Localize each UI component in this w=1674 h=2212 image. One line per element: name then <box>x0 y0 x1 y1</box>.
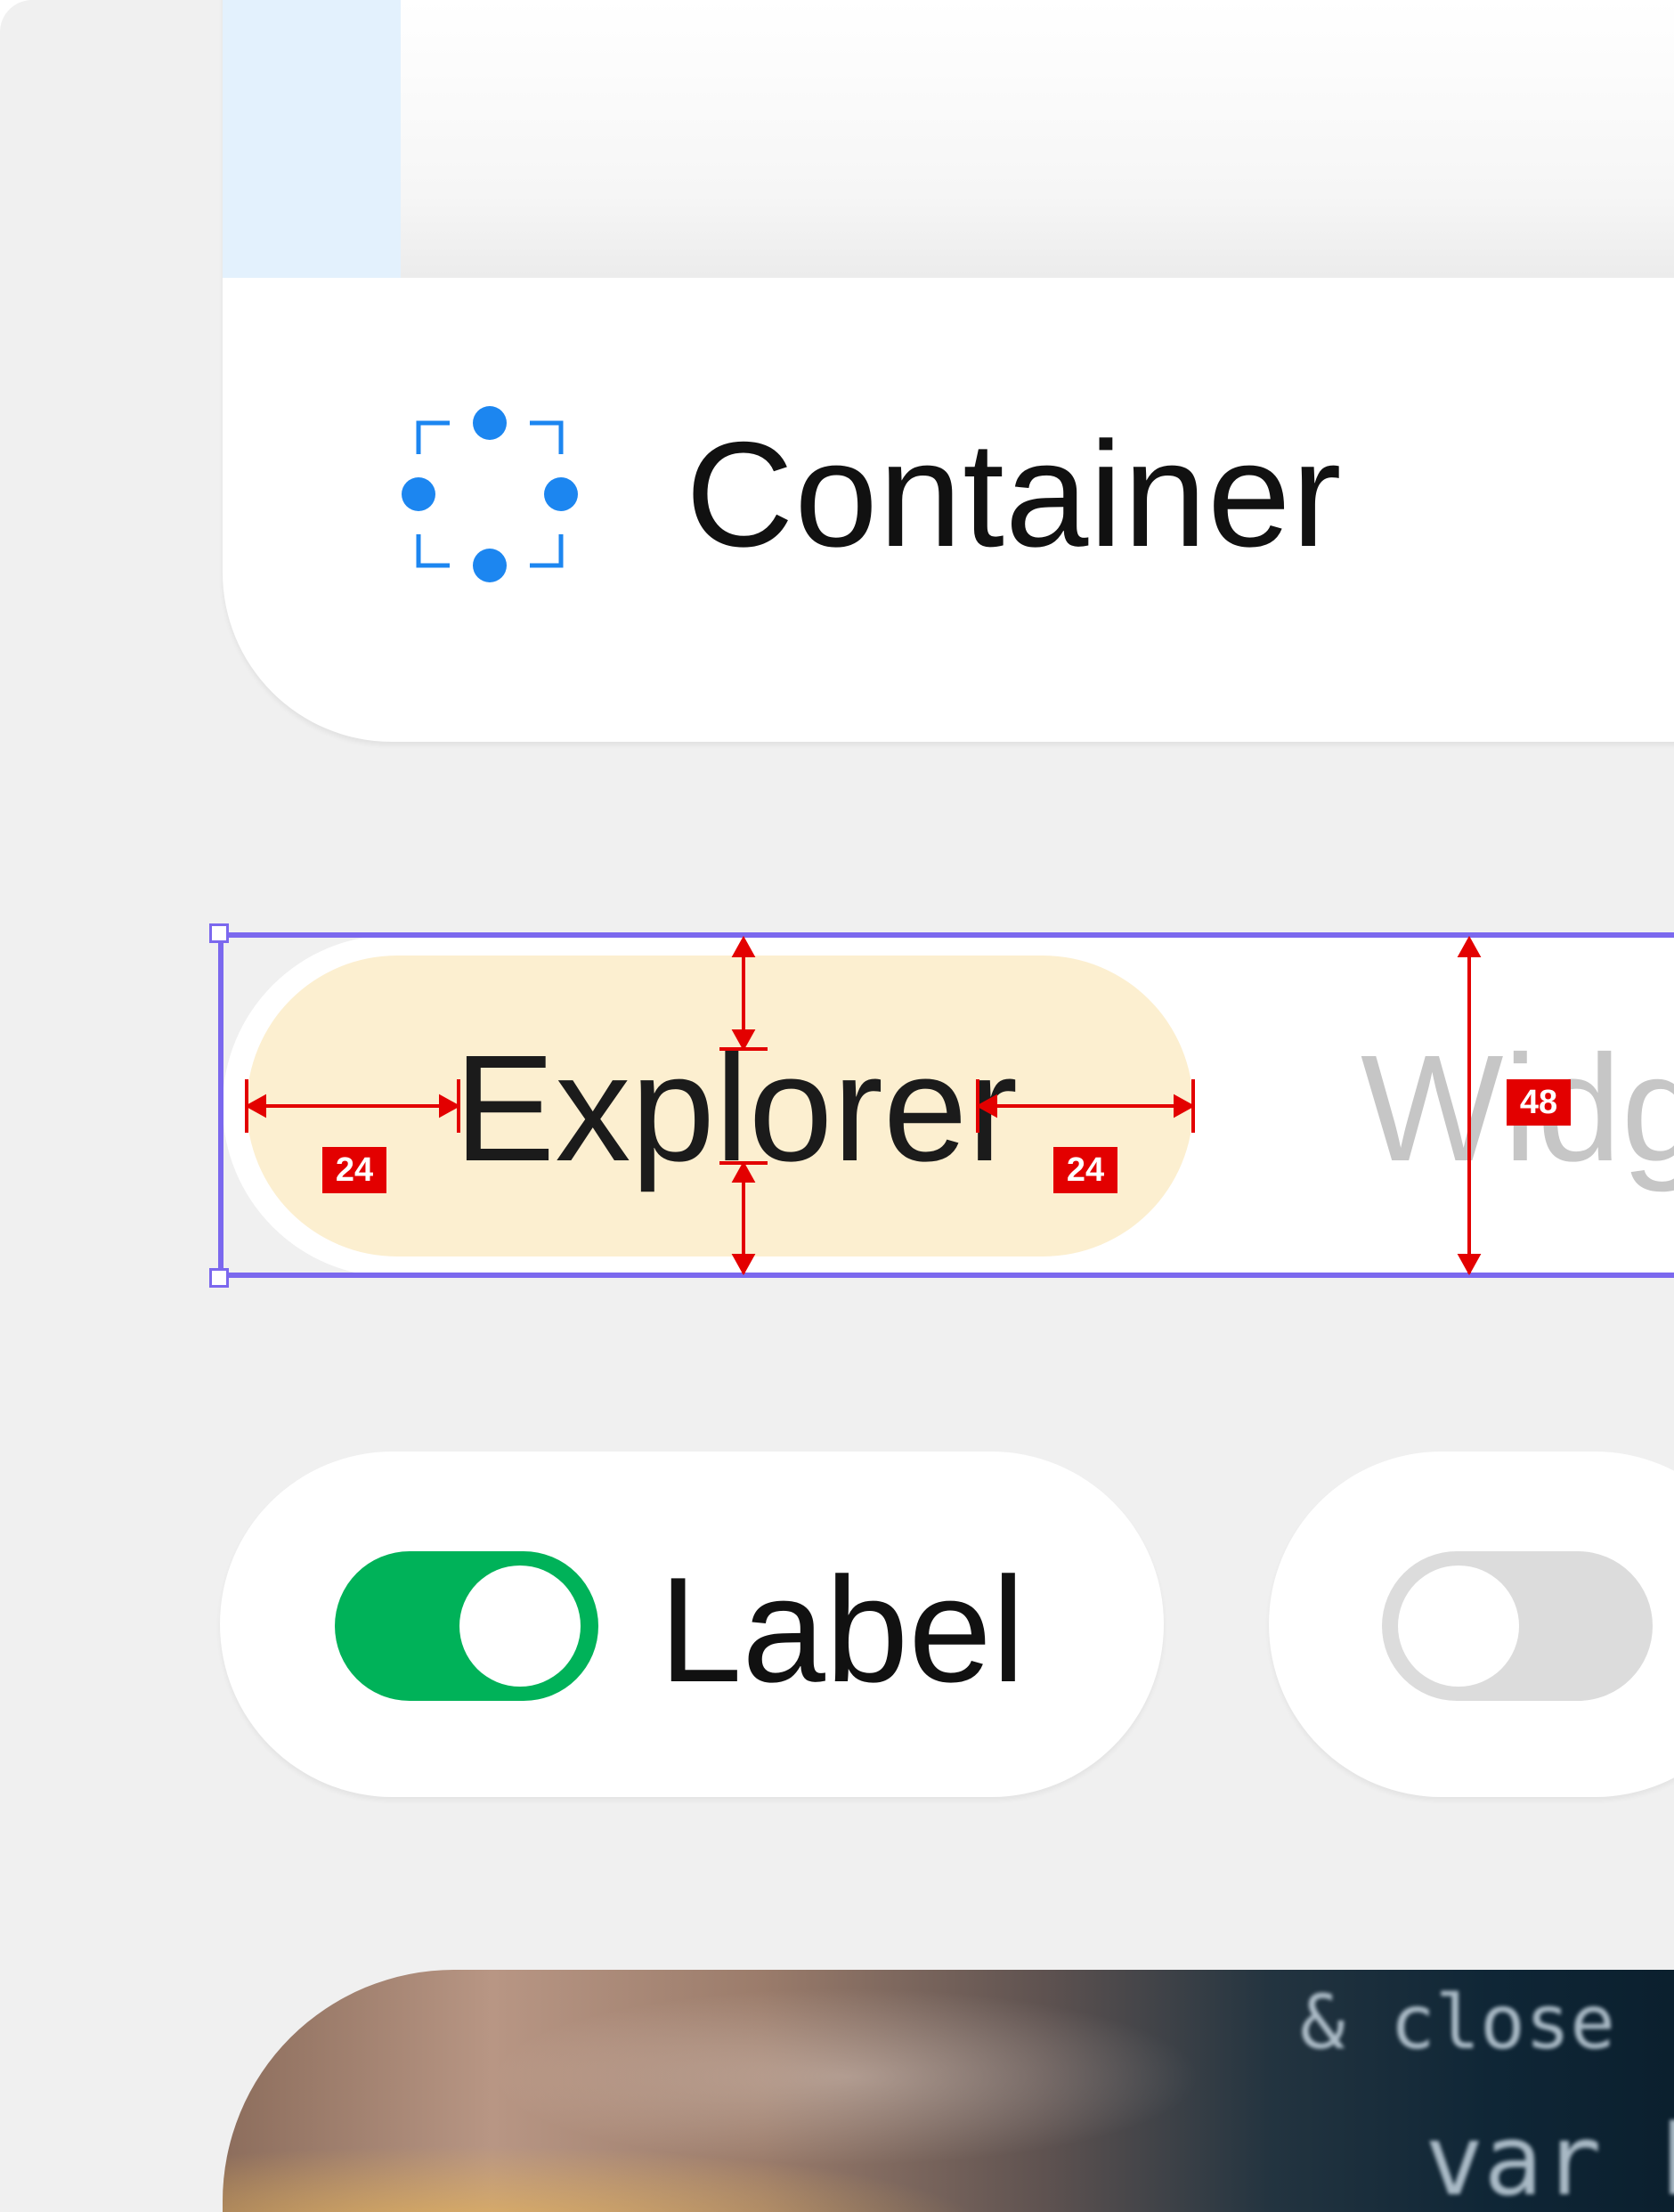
measure-height-badge: 48 <box>1507 1079 1571 1126</box>
measure-left-padding-badge: 24 <box>322 1147 386 1193</box>
toggle-knob <box>459 1565 581 1687</box>
toggle-label: Label <box>659 1546 1026 1713</box>
redline-overlay <box>244 935 1482 1276</box>
toggle-switch-on[interactable] <box>335 1551 598 1701</box>
cover-photo: & close var b <box>223 1970 1674 2212</box>
photo-code-text: & close <box>1300 1979 1616 2066</box>
design-canvas: Container Explorer Widg <box>0 0 1674 2212</box>
photo-code-text: var b <box>1425 2103 1674 2212</box>
toggle-knob <box>1398 1565 1519 1687</box>
toggle-switch-off[interactable] <box>1382 1551 1653 1701</box>
measure-right-padding-badge: 24 <box>1053 1147 1117 1193</box>
photo-glow <box>490 1988 1202 2166</box>
